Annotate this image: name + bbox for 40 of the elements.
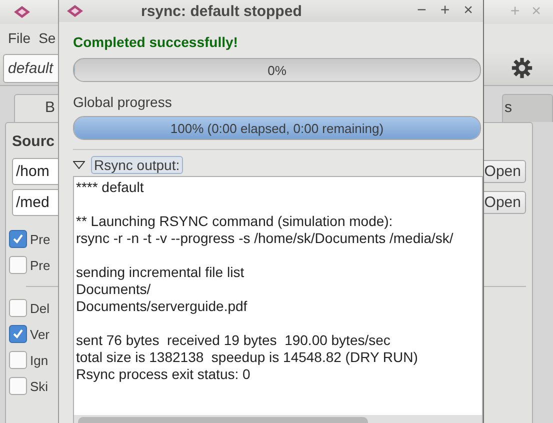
section-label: Sourc (12, 133, 56, 150)
checkbox-label: Pre (30, 258, 50, 272)
output-line: rsync -r -n -t -v --progress -s /home/sk/Documents /media/sk/ (76, 230, 454, 247)
output-line: **** default (76, 179, 145, 196)
checkbox-label: Pre (30, 232, 50, 246)
window-button[interactable]: + (440, 2, 450, 20)
checkbox-label: Ski (30, 378, 48, 394)
window-button[interactable]: × (464, 2, 473, 20)
tab[interactable]: s (502, 94, 553, 122)
checkbox[interactable] (9, 325, 27, 343)
menu-item[interactable]: Se (38, 30, 56, 46)
output-line: Documents/serverguide.pdf (76, 298, 248, 315)
progress-text: 100% (0:00 elapsed, 0:00 remaining) (170, 120, 384, 136)
checkbox-label: Del (30, 300, 50, 316)
status-message: Completed successfully! (73, 34, 239, 50)
output-line: sent 76 bytes received 19 bytes 190.00 bytes/sec (76, 332, 392, 349)
app-icon (65, 4, 85, 18)
output-line: ** Launching RSYNC command (simulation mode): (76, 213, 394, 230)
app-icon (12, 5, 32, 19)
output-line: total size is 1382138 speedup is 14548.82 (DRY RUN) (76, 349, 419, 366)
output-line: Rsync process exit status: 0 (76, 366, 252, 383)
progress-text: 0% (268, 62, 286, 78)
window-button[interactable]: − (416, 2, 426, 20)
checkbox-label: Ver (30, 326, 50, 342)
check-icon (12, 328, 24, 340)
checkbox-label: Ign (30, 352, 48, 368)
menu-item[interactable]: File (8, 30, 31, 46)
checkbox[interactable] (9, 377, 27, 395)
checkbox[interactable] (9, 256, 27, 274)
expander-icon[interactable] (73, 161, 85, 169)
checkbox[interactable] (9, 299, 27, 317)
output-line: Documents/ (76, 281, 152, 298)
checkbox[interactable] (9, 230, 27, 248)
settings-icon[interactable] (511, 57, 533, 79)
progress-label: Global progress (73, 94, 173, 110)
expander-label[interactable]: Rsync output: (91, 156, 183, 174)
window-title: rsync: default stopped (141, 2, 302, 20)
check-icon (12, 233, 24, 245)
output-line: sending incremental file list (76, 264, 246, 281)
checkbox[interactable] (9, 351, 27, 369)
